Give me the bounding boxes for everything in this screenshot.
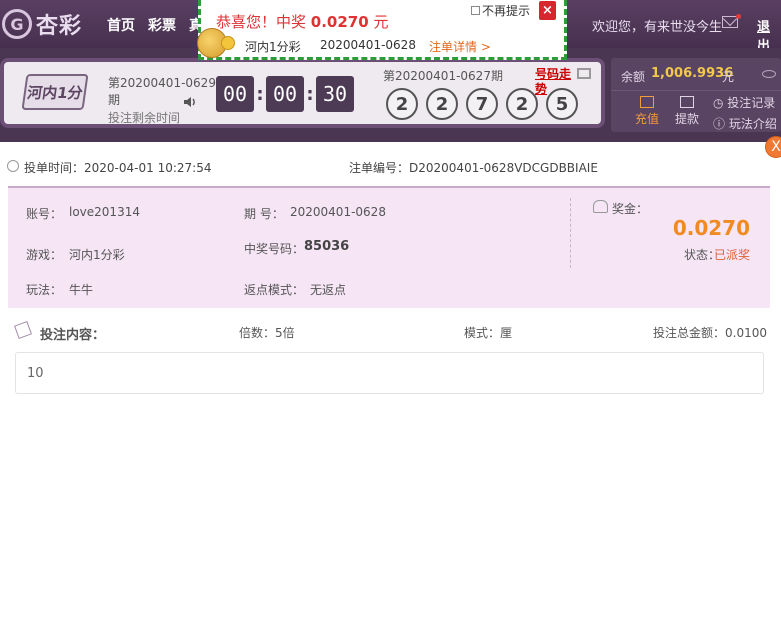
draw-ball: 5	[546, 88, 578, 120]
unread-dot	[736, 14, 741, 19]
clock-icon	[7, 160, 19, 172]
play-label: 玩法：	[26, 283, 63, 297]
win-suffix: 元	[368, 13, 389, 31]
draw-ball: 2	[506, 88, 538, 120]
timer-separator: :	[306, 83, 314, 105]
game-label: 游戏：	[26, 248, 63, 262]
bet-records-link[interactable]: ◷ 投注记录	[713, 94, 775, 111]
account-label: 账号：	[26, 207, 63, 221]
prize-value: 0.0270	[672, 216, 750, 240]
eye-icon[interactable]	[762, 70, 776, 78]
winning-number-value: 85036	[304, 239, 350, 254]
draw-ball: 7	[466, 88, 498, 120]
dialog-close-button[interactable]: X	[765, 136, 781, 158]
prize-label: 奖金：	[612, 202, 649, 216]
play-value: 牛牛	[69, 283, 94, 297]
account-value: love201314	[69, 205, 140, 219]
countdown-timer: 00 : 00 : 30	[216, 76, 354, 112]
bet-time-label: 投单时间：	[24, 161, 85, 175]
bet-records-label: 投注记录	[727, 96, 776, 110]
bet-number-value: D20200401-0628VDCGDBBIAIE	[409, 161, 598, 175]
win-amount: 0.0270	[310, 13, 369, 31]
issue-label: 期 号：	[244, 207, 284, 221]
no-remind-label: 不再提示	[482, 4, 531, 18]
bet-number-label: 注单编号：	[349, 161, 410, 175]
timer-minutes: 00	[266, 76, 304, 112]
current-issue: 第20200401-0629期	[108, 76, 216, 107]
nav-home[interactable]: 首页	[107, 15, 135, 35]
rules-link[interactable]: ⓘ 玩法介绍	[713, 115, 777, 132]
lottery-strip: 河内1分 第20200401-0629期 投注剩余时间 00 : 00 : 30…	[0, 48, 781, 142]
prize-bag-icon	[593, 200, 608, 213]
win-issue: 20200401-0628	[320, 38, 416, 52]
draw-ball: 2	[386, 88, 418, 120]
withdraw-button[interactable]: 提款	[669, 96, 705, 127]
game-value: 河内1分彩	[69, 248, 125, 262]
divider	[570, 198, 571, 268]
remain-label: 投注剩余时间	[108, 111, 181, 125]
total-amount-text: 投注总金额：0.0100	[653, 326, 767, 340]
coin-icon	[221, 36, 235, 50]
bet-time-value: 2020-04-01 10:27:54	[84, 161, 212, 175]
house-icon	[680, 96, 694, 108]
timer-seconds: 30	[316, 76, 354, 112]
account-panel: 余额 1,006.9936 元 充值 提款 ◷ 投注记录 ⓘ 玩法介绍	[611, 58, 781, 132]
bet-detail-dialog: X 投单时间：2020-04-01 10:27:54 注单编号：D2020040…	[0, 136, 781, 623]
welcome-text: 欢迎您，有来世没今生	[592, 20, 723, 35]
issue-value: 20200401-0628	[290, 205, 386, 219]
timer-separator: :	[256, 83, 264, 105]
draw-ball: 2	[426, 88, 458, 120]
rebate-value: 无返点	[310, 283, 347, 297]
deposit-label: 充值	[634, 112, 659, 126]
wallet-icon	[640, 96, 654, 108]
bet-number: 注单编号：D20200401-0628VDCGDBBIAIE	[349, 159, 598, 176]
withdraw-label: 提款	[674, 112, 699, 126]
divider	[611, 90, 781, 91]
site-logo[interactable]: G 杏彩	[2, 6, 82, 42]
main-nav: 首页 彩票 真	[107, 15, 203, 35]
trend-chart-icon[interactable]	[577, 68, 591, 79]
rebate-label: 返点模式：	[244, 283, 305, 297]
checkbox-icon[interactable]	[471, 6, 480, 15]
mode-text: 模式：厘	[464, 326, 513, 340]
win-game: 河内1分彩	[245, 40, 301, 54]
bet-content-box: 10	[15, 352, 764, 394]
win-prefix: 恭喜您！中奖	[216, 13, 311, 31]
lottery-panel: 河内1分 第20200401-0629期 投注剩余时间 00 : 00 : 30…	[0, 58, 605, 128]
popup-close-button[interactable]: ×	[539, 1, 556, 20]
bet-detail-link[interactable]: 注单详情 >	[429, 38, 491, 55]
logo-text: 杏彩	[36, 14, 83, 39]
status-value: 已派奖	[714, 248, 751, 262]
timer-hours: 00	[216, 76, 254, 112]
bet-info-panel: 账号： love201314 期 号： 20200401-0628 游戏： 河内…	[8, 186, 770, 308]
game-logo: 河内1分	[21, 74, 89, 110]
win-title: 恭喜您！中奖 0.0270 元	[216, 11, 388, 32]
multiple-text: 倍数：5倍	[239, 326, 295, 340]
speaker-icon[interactable]	[182, 94, 198, 110]
bet-time: 投单时间：2020-04-01 10:27:54	[24, 159, 211, 176]
last-draw-balls: 2 2 7 2 5	[386, 88, 578, 120]
bet-content-icon	[14, 321, 32, 339]
balance-value: 1,006.9936	[651, 66, 734, 81]
bet-content-title: 投注内容：	[40, 328, 106, 343]
rules-label: 玩法介绍	[728, 117, 777, 131]
balance-label: 余额	[621, 70, 646, 84]
logo-mark-icon: G	[2, 9, 32, 39]
no-remind-checkbox[interactable]: 不再提示	[471, 2, 530, 19]
deposit-button[interactable]: 充值	[629, 96, 665, 127]
win-notification-popup: 恭喜您！中奖 0.0270 元 不再提示 × 河内1分彩 20200401-06…	[197, 0, 567, 60]
nav-lottery[interactable]: 彩票	[148, 15, 176, 35]
balance-unit: 元	[722, 70, 735, 84]
previous-issue: 第20200401-0627期	[383, 69, 503, 83]
winning-number-label: 中奖号码：	[244, 242, 305, 256]
